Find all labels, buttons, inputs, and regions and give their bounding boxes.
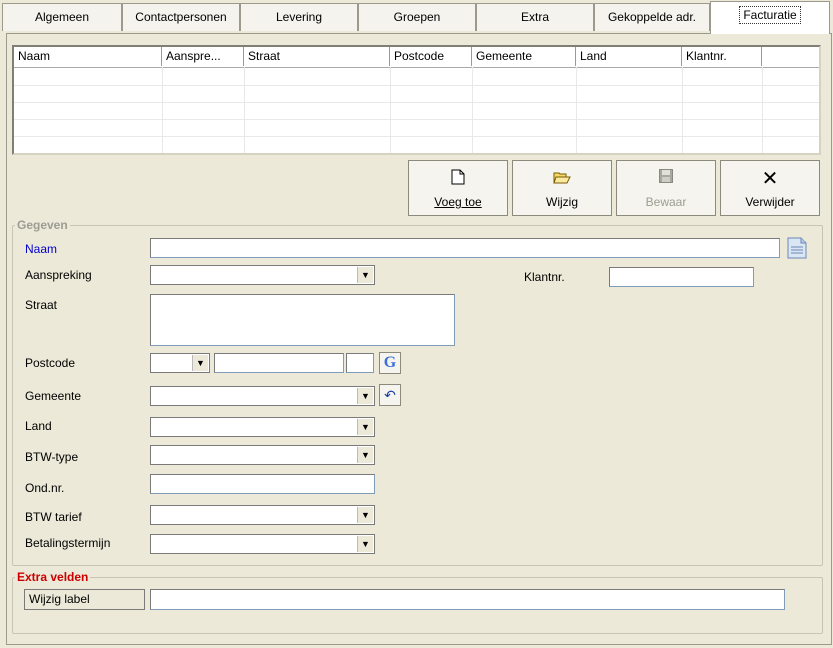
tab-extra[interactable]: Extra	[476, 3, 594, 31]
google-icon: G	[383, 354, 397, 371]
aanspreking-select[interactable]: ▼	[150, 265, 375, 285]
tab-label: Levering	[275, 10, 323, 24]
aanspreking-label: Aanspreking	[25, 268, 92, 282]
document-icon[interactable]	[784, 235, 810, 261]
grid-col-line	[762, 67, 763, 153]
chevron-down-icon: ▼	[357, 536, 373, 552]
naam-field[interactable]	[150, 238, 780, 258]
betalingstermijn-select[interactable]: ▼	[150, 534, 375, 554]
ondnr-label: Ond.nr.	[25, 481, 65, 495]
grid-col-line	[162, 67, 163, 153]
close-icon: ✕	[761, 168, 779, 190]
save-button-label: Bewaar	[645, 195, 687, 209]
grid-header: Naam Aanspre... Straat Postcode Gemeente…	[14, 47, 819, 68]
btw-tarief-select[interactable]: ▼	[150, 505, 375, 525]
chevron-down-icon: ▼	[357, 507, 373, 523]
btw-tarief-label: BTW tarief	[25, 510, 82, 524]
floppy-disk-icon	[617, 169, 715, 189]
klantnr-field[interactable]	[609, 267, 754, 287]
column-land[interactable]: Land	[576, 47, 682, 66]
column-naam[interactable]: Naam	[14, 47, 162, 66]
tab-label: Algemeen	[34, 10, 90, 24]
tab-levering[interactable]: Levering	[240, 3, 358, 31]
chevron-down-icon: ▼	[357, 388, 373, 404]
grid-col-line	[472, 67, 473, 153]
gemeente-label: Gemeente	[25, 389, 82, 403]
column-postcode[interactable]: Postcode	[390, 47, 472, 66]
tab-label: Facturatie	[739, 6, 801, 24]
gemeente-select[interactable]: ▼	[150, 386, 375, 406]
betalingstermijn-label: Betalingstermijn	[25, 536, 111, 550]
tab-facturatie[interactable]: Facturatie	[710, 1, 830, 34]
tab-algemeen[interactable]: Algemeen	[2, 3, 122, 31]
chevron-down-icon: ▼	[357, 447, 373, 463]
edit-button-label: Wijzig	[546, 195, 578, 209]
land-select[interactable]: ▼	[150, 417, 375, 437]
column-aanspreking[interactable]: Aanspre...	[162, 47, 244, 66]
straat-label: Straat	[25, 298, 58, 312]
extra-velden-legend: Extra velden	[17, 570, 89, 584]
column-gemeente[interactable]: Gemeente	[472, 47, 576, 66]
tab-label: Contactpersonen	[135, 10, 227, 24]
grid-row-line	[14, 119, 819, 120]
chevron-down-icon: ▼	[357, 267, 373, 283]
grid-col-line	[682, 67, 683, 153]
klantnr-label: Klantnr.	[524, 270, 565, 284]
delete-button-label: Verwijder	[745, 195, 795, 209]
tab-label: Groepen	[393, 10, 441, 24]
add-button[interactable]: Voeg toe	[408, 160, 508, 216]
new-document-icon	[409, 169, 507, 189]
tab-label: Gekoppelde adr.	[607, 10, 697, 24]
address-grid[interactable]: Naam Aanspre... Straat Postcode Gemeente…	[12, 45, 821, 155]
tab-label: Extra	[520, 10, 549, 24]
undo-button[interactable]: ↶	[379, 384, 401, 406]
postcode-label: Postcode	[25, 356, 76, 370]
ondnr-field[interactable]	[150, 474, 375, 494]
grid-row-line	[14, 136, 819, 137]
extra-field[interactable]	[150, 589, 785, 610]
chevron-down-icon: ▼	[357, 419, 373, 435]
edit-button[interactable]: Wijzig	[512, 160, 612, 216]
save-button[interactable]: Bewaar	[616, 160, 716, 216]
undo-icon: ↶	[384, 387, 396, 403]
grid-col-line	[576, 67, 577, 153]
grid-col-line	[390, 67, 391, 153]
open-folder-icon	[513, 169, 611, 189]
postcode-field[interactable]	[214, 353, 344, 373]
grid-col-line	[244, 67, 245, 153]
gegevens-legend: Gegeven	[17, 218, 68, 232]
postcode-country-select[interactable]: ▼	[150, 353, 210, 373]
google-lookup-button[interactable]: G	[379, 352, 401, 374]
delete-button[interactable]: ✕ Verwijder	[720, 160, 820, 216]
straat-textarea[interactable]	[150, 294, 455, 346]
land-label: Land	[25, 419, 52, 433]
tab-groepen[interactable]: Groepen	[358, 3, 476, 31]
btw-type-label: BTW-type	[25, 450, 79, 464]
column-klantnr[interactable]: Klantnr.	[682, 47, 762, 66]
tab-contactpersonen[interactable]: Contactpersonen	[122, 3, 240, 31]
postcode-suffix-field[interactable]	[346, 353, 374, 373]
naam-label: Naam	[25, 242, 58, 256]
grid-row-line	[14, 102, 819, 103]
add-button-label: Voeg toe	[434, 195, 482, 209]
tab-bar: Algemeen Contactpersonen Levering Groepe…	[0, 0, 833, 34]
btw-type-select[interactable]: ▼	[150, 445, 375, 465]
column-straat[interactable]: Straat	[244, 47, 390, 66]
wijzig-label-button[interactable]: Wijzig label	[24, 589, 145, 610]
tab-gekoppelde-adr[interactable]: Gekoppelde adr.	[594, 3, 710, 31]
chevron-down-icon: ▼	[192, 355, 208, 371]
grid-row-line	[14, 85, 819, 86]
